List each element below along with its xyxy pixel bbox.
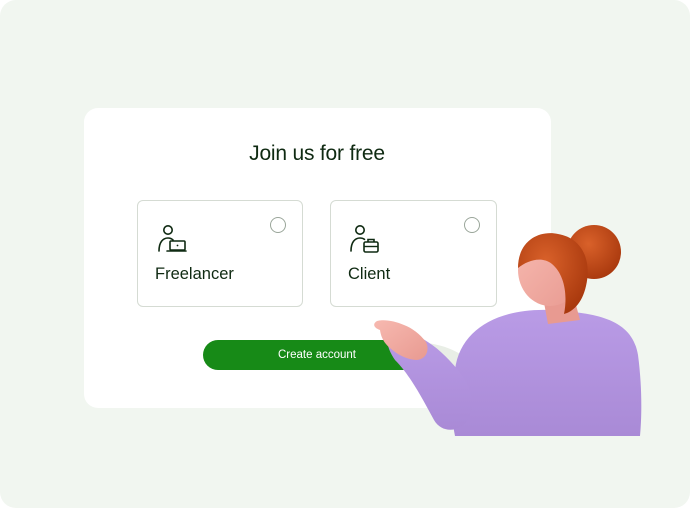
freelancer-laptop-icon xyxy=(158,225,187,252)
option-freelancer[interactable]: Freelancer xyxy=(137,200,303,307)
pointing-woman-illustration xyxy=(374,225,642,436)
radio-freelancer[interactable] xyxy=(270,217,286,233)
page-title: Join us for free xyxy=(249,142,385,165)
option-label-freelancer: Freelancer xyxy=(155,265,234,283)
